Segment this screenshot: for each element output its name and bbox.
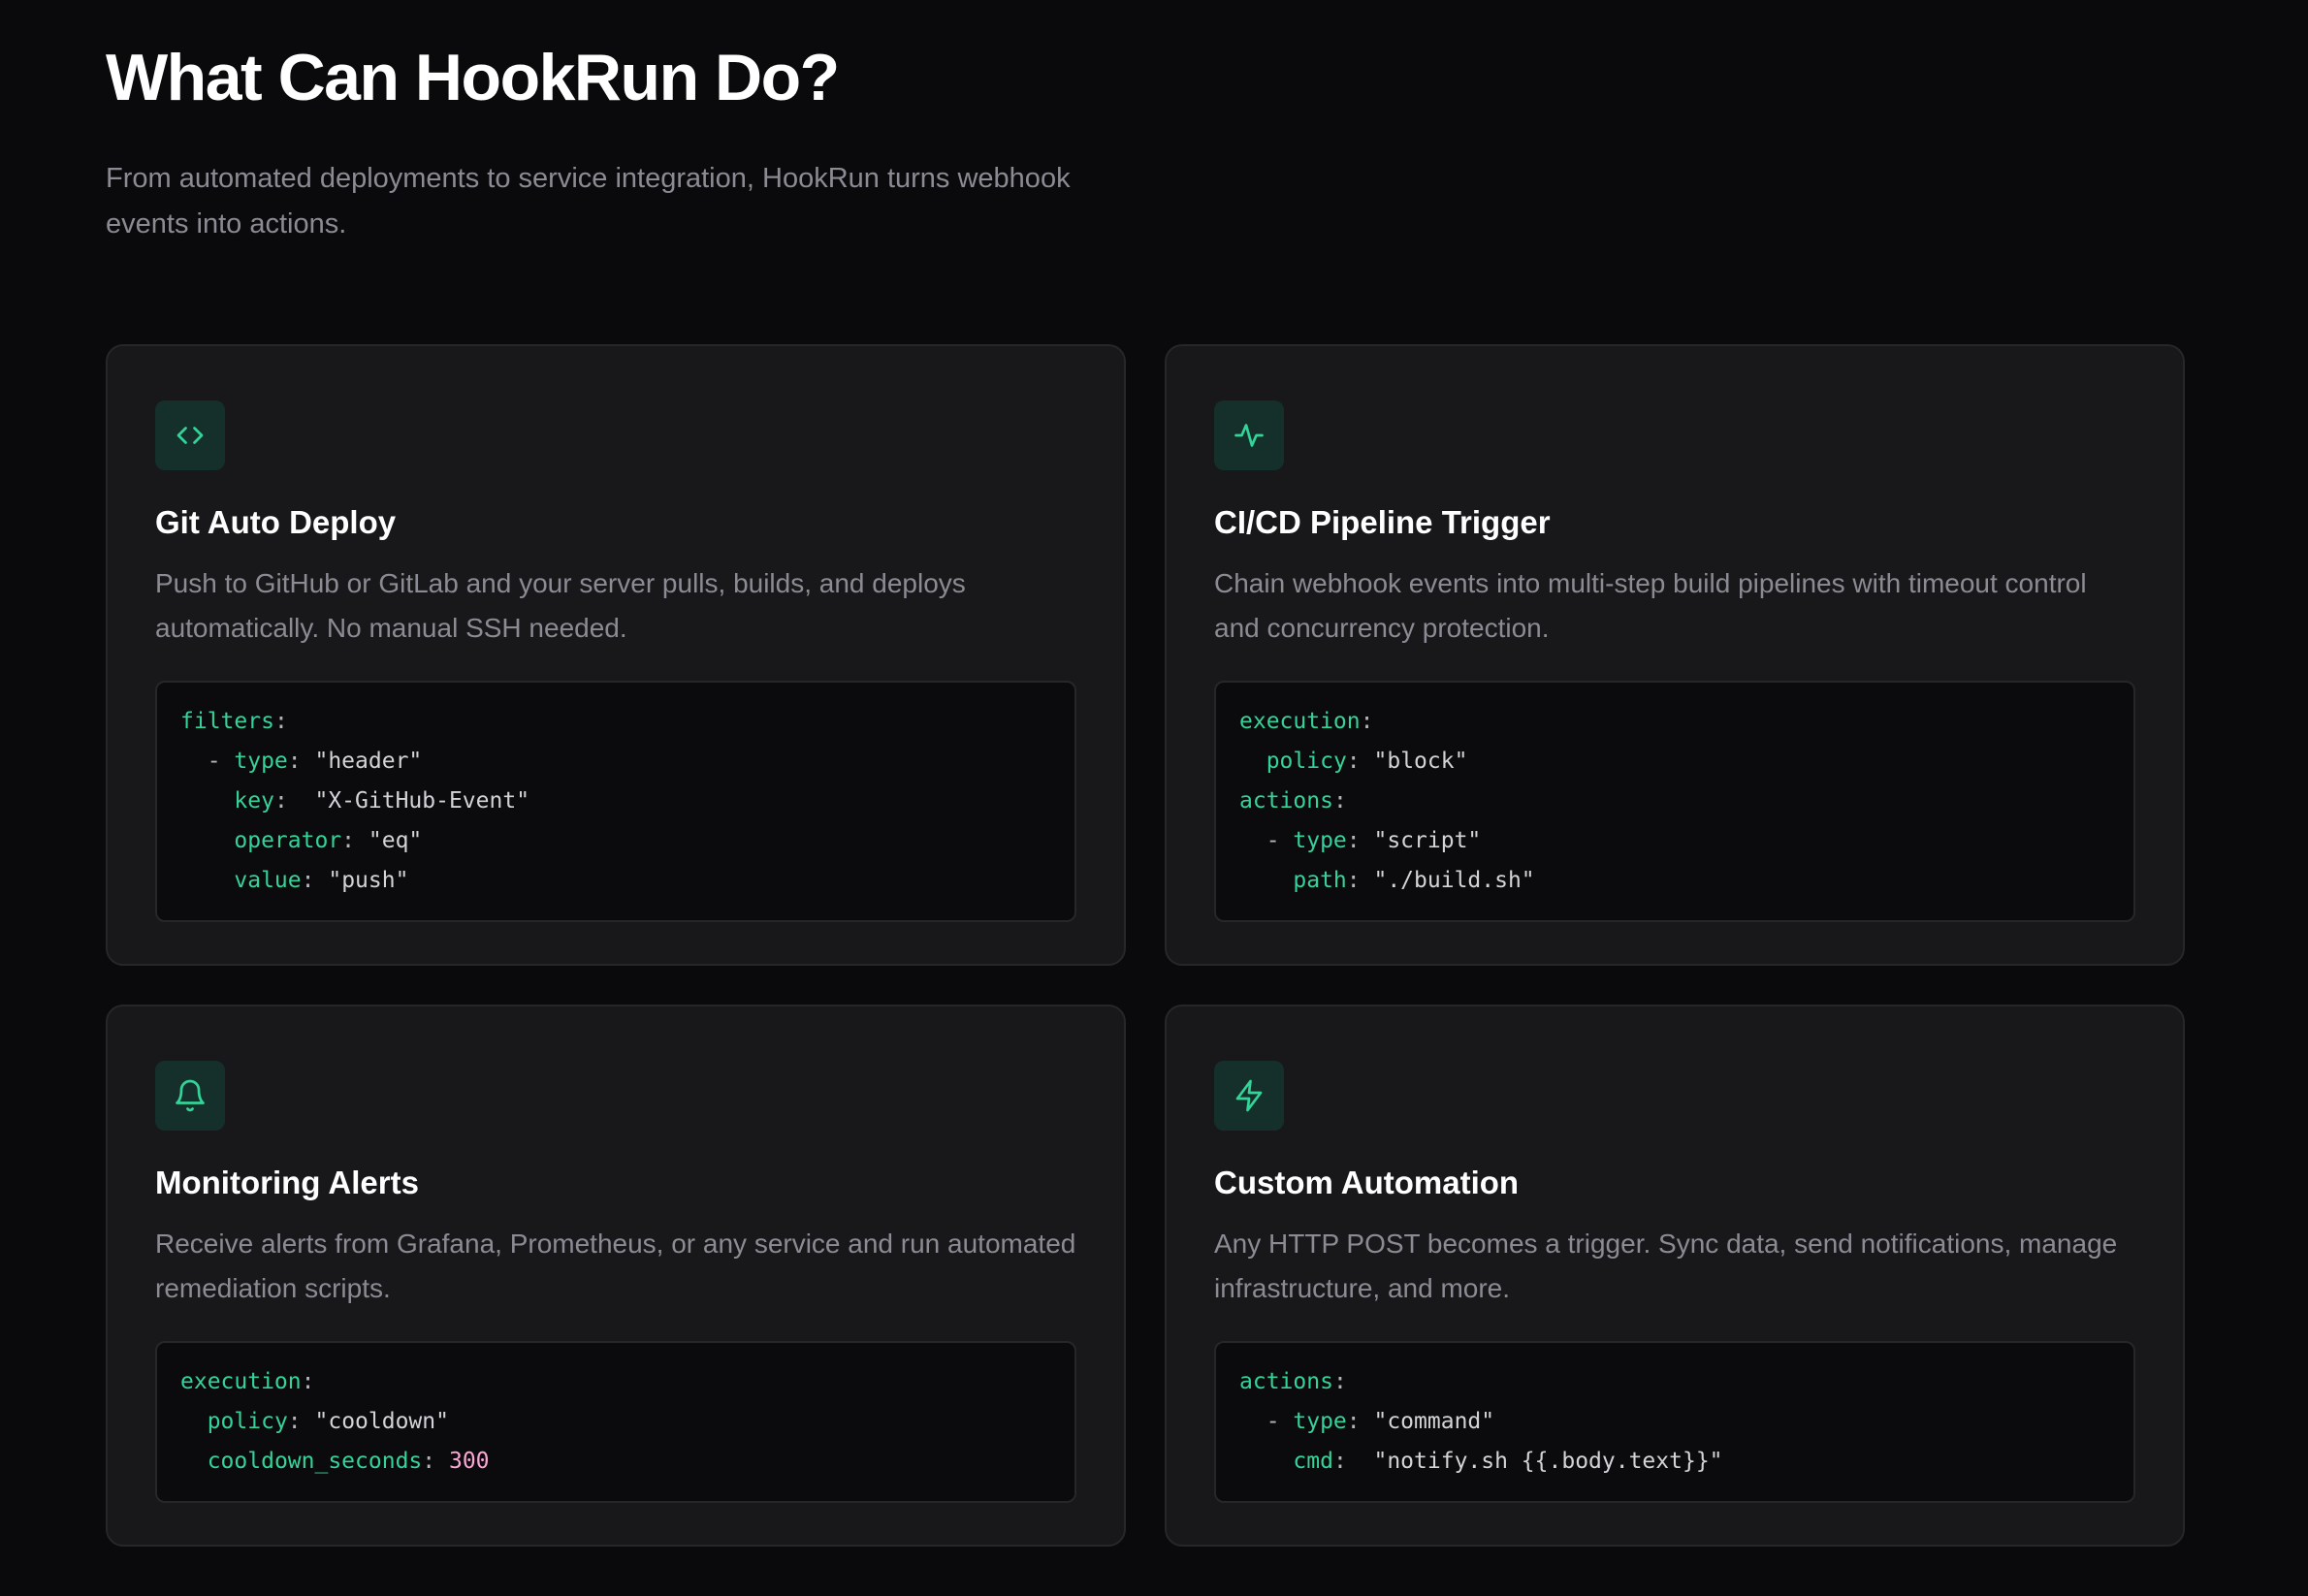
code-token: - [1239, 1409, 1294, 1434]
code-token: "notify.sh {{.body.text}}" [1373, 1449, 1723, 1474]
code-token: policy [1266, 749, 1347, 774]
code-line: execution: [180, 1362, 1051, 1402]
code-token: : [1360, 709, 1374, 734]
card-description: Receive alerts from Grafana, Prometheus,… [155, 1229, 1076, 1303]
code-token: "X-GitHub-Event" [314, 788, 530, 814]
code-line: - type: "header" [180, 742, 1051, 782]
code-token: value [234, 868, 302, 893]
card-description: Any HTTP POST becomes a trigger. Sync da… [1214, 1229, 2118, 1303]
code-token: execution [180, 1369, 302, 1394]
code-line: policy: "block" [1239, 742, 2110, 782]
card-title: Monitoring Alerts [155, 1165, 419, 1200]
code-token: cooldown_seconds [207, 1449, 423, 1474]
lightning-icon [1214, 1061, 1284, 1131]
code-token: execution [1239, 709, 1361, 734]
code-token: key [234, 788, 274, 814]
code-token: operator [234, 828, 342, 853]
code-token: "eq" [368, 828, 423, 853]
code-token: "header" [314, 749, 423, 774]
code-token: : [273, 788, 315, 814]
card-title: Custom Automation [1214, 1165, 1520, 1200]
code-token: filters [180, 709, 274, 734]
code-token: : [273, 709, 288, 734]
code-token: : [1346, 749, 1374, 774]
card-title: Git Auto Deploy [155, 504, 397, 540]
feature-card-custom-automation: Custom Automation Any HTTP POST becomes … [1165, 1005, 2185, 1547]
code-token: : [301, 1369, 315, 1394]
code-token: type [234, 749, 288, 774]
page-subtitle: From automated deployments to service in… [106, 163, 1071, 239]
code-token: "./build.sh" [1373, 868, 1535, 893]
code-line: - type: "command" [1239, 1402, 2110, 1442]
code-token: : [301, 868, 329, 893]
code-token: : [1332, 1449, 1374, 1474]
code-token: : [287, 1409, 315, 1434]
code-snippet: execution: policy: "block" actions: - typ… [1214, 681, 2135, 922]
code-token: : [1332, 788, 1347, 814]
code-token: "block" [1373, 749, 1468, 774]
code-token: : [1346, 868, 1374, 893]
code-line: policy: "cooldown" [180, 1402, 1051, 1442]
code-snippet: filters: - type: "header" key: "X-GitHub… [155, 681, 1076, 922]
activity-icon [1214, 400, 1284, 470]
card-description: Chain webhook events into multi-step bui… [1214, 568, 2087, 643]
code-token: "cooldown" [314, 1409, 449, 1434]
code-line: path: "./build.sh" [1239, 861, 2110, 901]
code-token: : [1332, 1369, 1347, 1394]
feature-card-monitoring-alerts: Monitoring Alerts Receive alerts from Gr… [106, 1005, 1126, 1547]
code-line: cooldown_seconds: 300 [180, 1442, 1051, 1482]
code-icon [155, 400, 225, 470]
bell-icon [155, 1061, 225, 1131]
code-token: : [1346, 828, 1374, 853]
code-token: type [1293, 1409, 1347, 1434]
code-line: actions: [1239, 1362, 2110, 1402]
code-line: operator: "eq" [180, 821, 1051, 861]
code-token: "push" [328, 868, 409, 893]
code-line: filters: [180, 702, 1051, 742]
card-title: CI/CD Pipeline Trigger [1214, 504, 1551, 540]
code-line: value: "push" [180, 861, 1051, 901]
code-token: path [1293, 868, 1347, 893]
code-token: cmd [1293, 1449, 1333, 1474]
code-token: policy [207, 1409, 288, 1434]
code-line: execution: [1239, 702, 2110, 742]
code-snippet: execution: policy: "cooldown" cooldown_s… [155, 1341, 1076, 1503]
code-token: - [1239, 828, 1294, 853]
page-title: What Can HookRun Do? [106, 41, 840, 114]
code-token: : [287, 749, 315, 774]
code-token: "command" [1373, 1409, 1495, 1434]
code-token: : [422, 1449, 449, 1474]
code-token: - [180, 749, 235, 774]
code-token: 300 [448, 1449, 490, 1474]
code-token: actions [1239, 1369, 1333, 1394]
code-token: : [341, 828, 369, 853]
code-token: "script" [1373, 828, 1482, 853]
code-token: type [1293, 828, 1347, 853]
code-line: - type: "script" [1239, 821, 2110, 861]
code-line: actions: [1239, 782, 2110, 821]
code-token: : [1346, 1409, 1374, 1434]
code-snippet: actions: - type: "command" cmd: "notify.… [1214, 1341, 2135, 1503]
code-line: key: "X-GitHub-Event" [180, 782, 1051, 821]
code-token: actions [1239, 788, 1333, 814]
code-line: cmd: "notify.sh {{.body.text}}" [1239, 1442, 2110, 1482]
feature-card-git-auto-deploy: Git Auto Deploy Push to GitHub or GitLab… [106, 344, 1126, 966]
feature-grid: Git Auto Deploy Push to GitHub or GitLab… [106, 344, 2185, 1547]
card-description: Push to GitHub or GitLab and your server… [155, 568, 966, 643]
feature-card-cicd-pipeline-trigger: CI/CD Pipeline Trigger Chain webhook eve… [1165, 344, 2185, 966]
